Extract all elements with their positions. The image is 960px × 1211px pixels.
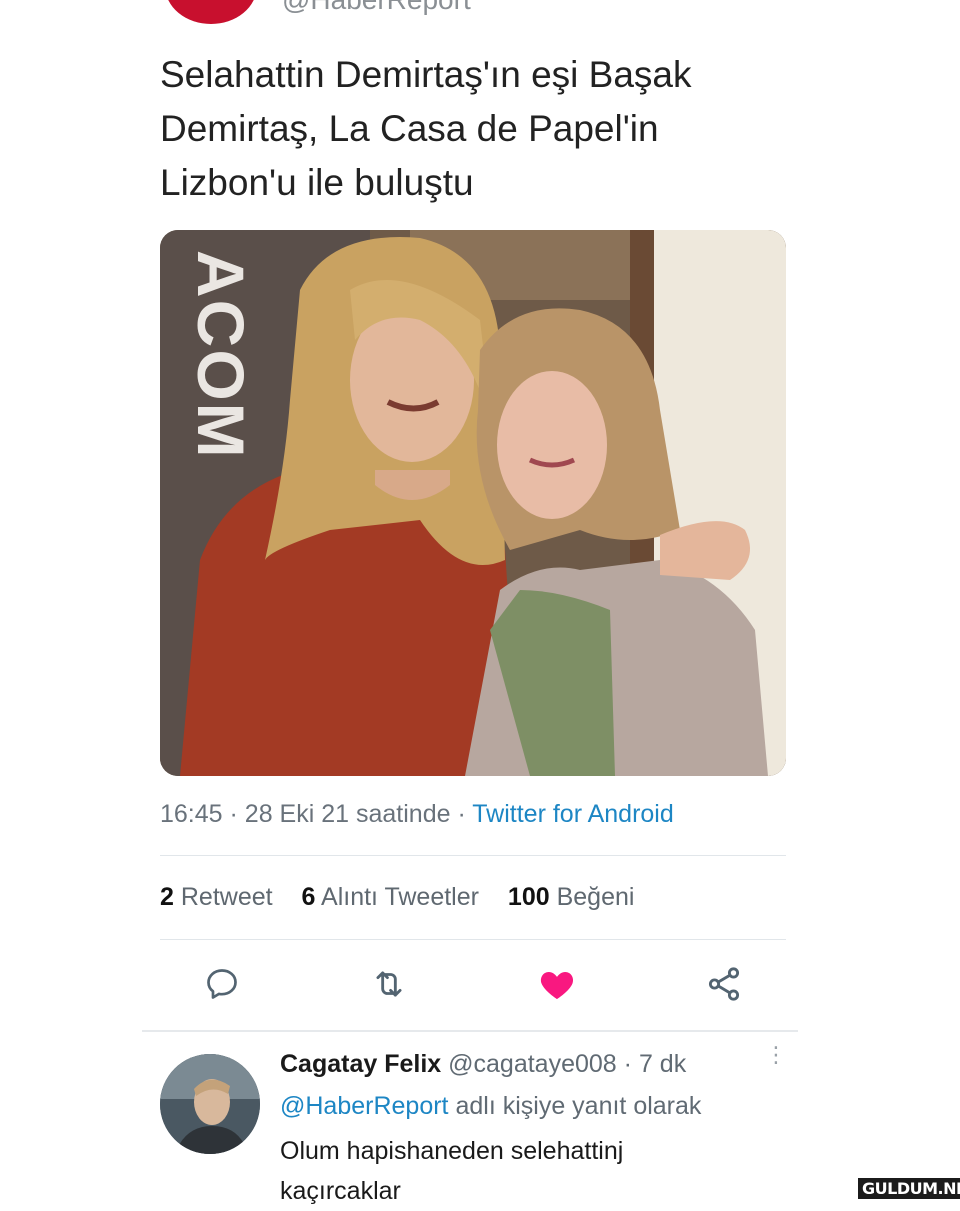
tweet-meta: 16:45 · 28 Eki 21 saatinde · Twitter for… bbox=[160, 800, 674, 829]
reply-avatar[interactable] bbox=[160, 1054, 260, 1154]
divider bbox=[160, 939, 786, 940]
meta-separator: · bbox=[457, 800, 466, 828]
more-vertical-icon[interactable]: ⋮ bbox=[765, 1044, 787, 1066]
meta-separator: · bbox=[229, 800, 238, 828]
retweet-button[interactable] bbox=[367, 962, 411, 1006]
replying-to: @HaberReport adlı kişiye yanıt olarak bbox=[280, 1092, 701, 1121]
heart-filled-icon bbox=[540, 972, 574, 999]
watermark: GULDUM.NET bbox=[858, 1178, 960, 1199]
share-icon bbox=[708, 967, 740, 1001]
reply-mention[interactable]: @HaberReport bbox=[280, 1092, 449, 1120]
action-bar bbox=[0, 962, 960, 1012]
tweet-time[interactable]: 16:45 bbox=[160, 800, 223, 828]
tweet-date[interactable]: 28 Eki 21 saatinde bbox=[245, 800, 451, 828]
tweet-stats: 2 Retweet 6 Alıntı Tweetler 100 Beğeni bbox=[160, 883, 656, 912]
quote-count[interactable]: 6 Alıntı Tweetler bbox=[302, 883, 479, 911]
retweet-icon bbox=[376, 971, 402, 997]
like-button[interactable] bbox=[535, 962, 579, 1006]
thread-divider bbox=[142, 1030, 798, 1032]
reply-author-name[interactable]: Cagatay Felix bbox=[280, 1050, 441, 1078]
reply-header: Cagatay Felix @cagataye008 · 7 dk bbox=[280, 1050, 686, 1079]
meta-separator: · bbox=[623, 1050, 632, 1078]
tweet-client[interactable]: Twitter for Android bbox=[472, 800, 673, 828]
retweet-count[interactable]: 2 Retweet bbox=[160, 883, 273, 911]
reply-button[interactable] bbox=[200, 962, 244, 1006]
photo-backdrop-text: ACOM bbox=[184, 250, 258, 460]
reply-text: Olum hapishaneden selehattinj kaçırcakla… bbox=[280, 1137, 624, 1205]
reply-icon bbox=[207, 969, 237, 999]
like-count[interactable]: 100 Beğeni bbox=[508, 883, 635, 911]
author-avatar[interactable] bbox=[165, 0, 257, 24]
author-handle[interactable]: @HaberReport bbox=[282, 0, 471, 16]
replying-to-label: adlı kişiye yanıt olarak bbox=[455, 1092, 702, 1120]
tweet-text: Selahattin Demirtaş'ın eşi Başak Demirta… bbox=[160, 54, 692, 203]
divider bbox=[160, 855, 786, 856]
share-button[interactable] bbox=[702, 962, 746, 1006]
reply-author-handle[interactable]: @cagataye008 bbox=[448, 1050, 617, 1078]
tweet-photo[interactable]: ACOM bbox=[160, 230, 786, 776]
reply-age[interactable]: 7 dk bbox=[639, 1050, 686, 1078]
